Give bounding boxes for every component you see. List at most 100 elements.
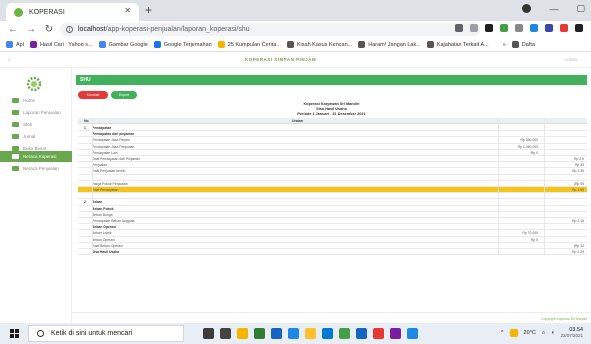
row-label: Pendapatan Jasa Penjualan — [92, 144, 135, 149]
row-value-sub: Rp 70.000 — [522, 231, 538, 236]
taskbar-app-icon[interactable] — [322, 328, 333, 339]
url-host: localhost — [78, 26, 106, 33]
taskbar-app-icon[interactable] — [305, 328, 316, 339]
network-icon[interactable]: ⌂ — [542, 330, 545, 336]
taskbar-app-icon[interactable] — [339, 328, 350, 339]
taskbar-app-icon[interactable] — [203, 328, 214, 339]
row-value-sub: Rp 1.450.000 — [517, 144, 538, 149]
clock[interactable]: 03.54 22/07/2021 — [560, 327, 583, 339]
report-period: Periode 1 Januari - 31 Desember 2021 — [297, 112, 366, 116]
taskbar-app-icon[interactable] — [390, 328, 401, 339]
info-icon[interactable]: i — [66, 26, 73, 33]
bookmark-site-icon — [286, 41, 294, 48]
panel-title: SHU — [76, 75, 587, 85]
volume-icon[interactable]: ◖ — [551, 330, 554, 336]
export-button[interactable]: Export — [111, 91, 137, 99]
main-content: SHU Kembali Export Koperasi Karyawan Sri… — [72, 68, 591, 323]
taskbar-search-input[interactable]: Ketik di sini untuk mencari — [28, 325, 184, 342]
taskbar-app-icon[interactable] — [254, 328, 265, 339]
extension-icon[interactable] — [545, 24, 553, 32]
taskbar-app-icon[interactable] — [356, 328, 367, 339]
table-column-divider — [498, 118, 499, 256]
column-header-uraian: Uraian — [292, 119, 303, 123]
extensions-area — [455, 24, 583, 32]
row-value-total: Rp 2.25 — [572, 250, 584, 254]
folder-icon — [511, 41, 519, 48]
extension-icon[interactable] — [500, 24, 508, 32]
bookmark-item[interactable]: Gambar Google — [98, 41, 148, 48]
zoom-icon[interactable] — [455, 24, 463, 32]
report-title: Koperasi Karyawan Sri Mandiri — [303, 102, 360, 106]
back-button[interactable]: Kembali — [78, 91, 108, 99]
row-label: Beban — [92, 200, 103, 205]
bookmark-site-icon — [426, 41, 434, 48]
sidebar-item-neraca-penjualan[interactable]: Neraca Penjualan — [0, 163, 72, 174]
new-tab-button[interactable]: + — [145, 3, 152, 17]
bookmark-item[interactable]: 25 Kumpulan Cerita... — [217, 41, 281, 48]
bookmark-overflow[interactable]: » — [503, 42, 506, 48]
balance-icon — [12, 154, 19, 159]
row-label: Beban Operasi — [92, 225, 116, 230]
extension-icon[interactable] — [515, 24, 523, 32]
user-menu[interactable]: Admin — [564, 57, 577, 62]
bookmark-item[interactable]: Apl — [6, 41, 24, 48]
star-icon[interactable] — [470, 24, 478, 32]
row-value-total: Rp 2.15 — [572, 219, 584, 223]
browser-tab[interactable]: KOPERASI ✕ — [6, 3, 139, 21]
translate-icon — [153, 41, 161, 48]
row-label: Pendapatan Beban Anggota — [92, 219, 135, 223]
taskbar-app-icon[interactable] — [237, 328, 248, 339]
row-label: Pendapatan dari pinjaman — [92, 132, 135, 137]
minimize-icon[interactable]: — — [549, 4, 558, 14]
back-arrow-icon[interactable]: ← — [8, 24, 18, 35]
address-bar[interactable]: i localhost /app-koperasi-penjualan/lapo… — [60, 23, 480, 36]
row-label: Total Beban Operasi — [92, 243, 123, 248]
taskbar-apps — [203, 328, 418, 339]
bookmark-item[interactable]: Google Terjemahan — [153, 41, 212, 48]
puzzle-icon[interactable] — [575, 24, 583, 32]
tray-chevron-icon[interactable]: ^ — [501, 330, 504, 336]
apps-grid-icon — [6, 41, 13, 48]
close-tab-icon[interactable]: ✕ — [124, 6, 131, 15]
sidebar-item-stok[interactable]: Stok — [0, 119, 72, 130]
extension-icon[interactable] — [560, 24, 568, 32]
koperasi-logo-icon — [26, 76, 42, 92]
sidebar-item-neraca-koperasi[interactable]: Neraca Koperasi — [0, 151, 72, 162]
bookmark-item[interactable]: Haram! Jangan Lak... — [358, 41, 421, 48]
home-icon — [12, 98, 19, 103]
row-label: Pendapatan — [92, 126, 112, 130]
app-header: ≡ KOPERASI SIMPAN PINJAM Admin — [0, 52, 591, 68]
sidebar-item-home[interactable]: Home — [0, 95, 72, 106]
forward-arrow-icon[interactable]: → — [26, 24, 36, 35]
reload-icon[interactable]: ↻ — [44, 24, 54, 35]
taskbar-app-icon[interactable] — [220, 328, 231, 339]
windows-start-icon[interactable] — [10, 329, 19, 338]
menu-toggle-icon[interactable]: ≡ — [8, 57, 11, 63]
windows-taskbar: Ketik di sini untuk mencari ^ 20°C ⌂ ◖ 0… — [0, 323, 591, 344]
search-placeholder: Ketik di sini untuk mencari — [51, 330, 133, 337]
maximize-icon[interactable]: ▢ — [576, 3, 585, 14]
bookmark-item[interactable]: Hasil Cari : Yahoo s... — [29, 41, 93, 48]
table-row: Sisa Hasil Usaha Rp 2.25 — [78, 249, 587, 256]
row-value-sub: Rp 0 — [530, 237, 538, 242]
sidebar-item-jurnal[interactable]: Jurnal — [0, 131, 72, 142]
weather-temp[interactable]: 20°C — [524, 330, 536, 336]
system-tray: ^ 20°C ⌂ ◖ 03.54 22/07/2021 — [501, 327, 583, 339]
bookmark-item[interactable]: Kisah Kasus Kencan... — [286, 41, 352, 48]
sidebar-item-laporan-penjualan[interactable]: Laporan Penjualan — [0, 107, 72, 118]
taskbar-app-icon[interactable] — [271, 328, 282, 339]
weather-icon — [509, 329, 518, 337]
table-header: No Uraian — [78, 118, 587, 124]
search-icon — [37, 330, 44, 337]
taskbar-app-icon[interactable] — [373, 328, 384, 339]
bookmark-item[interactable]: Kajahatan Terkait A... — [426, 41, 489, 48]
extension-icon[interactable] — [530, 24, 538, 32]
bookmark-item[interactable]: Dafta — [511, 41, 535, 48]
extension-icon[interactable] — [485, 24, 493, 32]
row-label: Pendapatan Lain — [92, 150, 118, 155]
taskbar-app-icon[interactable] — [288, 328, 299, 339]
google-icon — [98, 41, 106, 48]
profile-icon[interactable] — [522, 4, 532, 13]
taskbar-app-icon[interactable] — [407, 328, 418, 339]
row-label: Total Pendapatan dari Pinjaman — [92, 157, 141, 161]
